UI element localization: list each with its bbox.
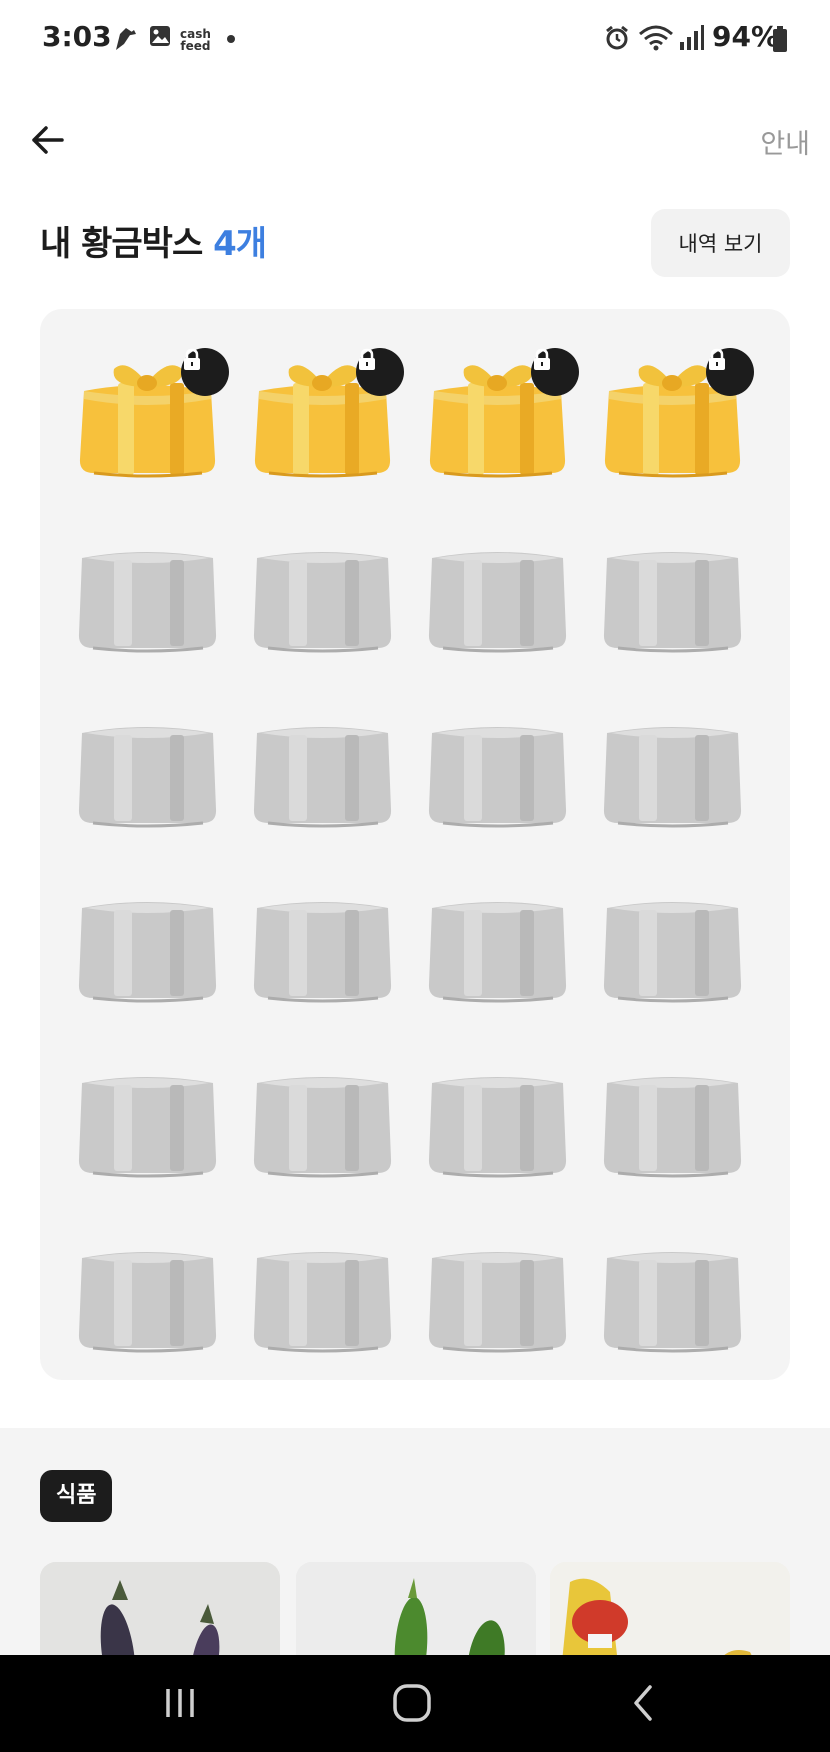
empty-box-slot (249, 689, 396, 837)
empty-box-icon (603, 1077, 742, 1178)
status-bar: 3:03 cash feed 94% (0, 0, 830, 80)
arrow-left-icon (32, 126, 64, 154)
empty-box-icon (603, 1252, 742, 1353)
battery-percent: 94% (712, 20, 780, 53)
empty-box-slot (424, 1039, 571, 1187)
guide-link[interactable]: 안내 (760, 122, 810, 161)
empty-box-slot (424, 514, 571, 662)
alarm-icon (606, 25, 628, 50)
empty-box-icon (78, 902, 217, 1003)
page-title: 내 황금박스 4개 (40, 216, 267, 265)
empty-box-icon (603, 552, 742, 653)
empty-box-icon (428, 1077, 567, 1178)
lock-badge (706, 348, 754, 396)
golden-box-locked[interactable] (424, 339, 579, 487)
empty-box-icon (428, 902, 567, 1003)
empty-box-icon (428, 552, 567, 653)
empty-box-slot (74, 1039, 221, 1187)
recents-icon (166, 1689, 194, 1717)
box-grid (74, 339, 754, 1362)
history-button[interactable]: 내역 보기 (651, 209, 790, 277)
empty-box-slot (74, 1214, 221, 1362)
empty-box-icon (253, 727, 392, 828)
lock-icon (184, 348, 200, 370)
empty-box-icon (253, 1252, 392, 1353)
cashfeed-icon: cash feed (180, 27, 211, 53)
empty-box-icon (78, 552, 217, 653)
empty-box-slot (599, 1214, 746, 1362)
empty-box-icon (428, 727, 567, 828)
lock-icon (359, 348, 375, 370)
category-chip-food[interactable]: 식품 (40, 1470, 113, 1522)
notification-app-icon (116, 28, 136, 50)
empty-box-icon (253, 552, 392, 653)
empty-box-slot (249, 1214, 396, 1362)
empty-box-icon (78, 1077, 217, 1178)
nav-back-button[interactable] (612, 1673, 676, 1733)
lock-badge (531, 348, 579, 396)
lock-icon (709, 348, 725, 370)
recents-button[interactable] (148, 1673, 212, 1733)
golden-box-locked[interactable] (249, 339, 404, 487)
status-time: 3:03 (42, 20, 112, 53)
system-nav-bar (0, 1655, 830, 1752)
lock-badge (181, 348, 229, 396)
empty-box-icon (78, 1252, 217, 1353)
empty-box-icon (603, 727, 742, 828)
golden-box-locked[interactable] (74, 339, 229, 487)
empty-box-slot (424, 864, 571, 1012)
battery-icon (773, 26, 787, 52)
empty-box-slot (249, 1039, 396, 1187)
home-icon (393, 1684, 431, 1722)
gallery-icon (150, 26, 170, 46)
lock-icon (534, 348, 550, 370)
notification-dot (227, 35, 235, 43)
empty-box-icon (78, 727, 217, 828)
empty-box-slot (74, 689, 221, 837)
empty-box-slot (599, 689, 746, 837)
back-button[interactable] (28, 120, 68, 160)
golden-box-locked[interactable] (599, 339, 754, 487)
back-icon (634, 1685, 652, 1721)
empty-box-slot (599, 1039, 746, 1187)
empty-box-slot (599, 514, 746, 662)
empty-box-slot (74, 514, 221, 662)
wifi-icon (639, 25, 673, 51)
home-button[interactable] (380, 1673, 444, 1733)
empty-box-slot (424, 1214, 571, 1362)
title-text: 내 황금박스 (40, 224, 203, 264)
empty-box-icon (603, 902, 742, 1003)
lock-badge (356, 348, 404, 396)
empty-box-slot (249, 864, 396, 1012)
golden-box-panel (40, 309, 790, 1380)
box-count: 4개 (213, 224, 267, 264)
empty-box-icon (428, 1252, 567, 1353)
empty-box-slot (74, 864, 221, 1012)
empty-box-slot (424, 689, 571, 837)
empty-box-icon (253, 902, 392, 1003)
empty-box-slot (249, 514, 396, 662)
empty-box-slot (599, 864, 746, 1012)
empty-box-icon (253, 1077, 392, 1178)
signal-icon (680, 25, 704, 50)
